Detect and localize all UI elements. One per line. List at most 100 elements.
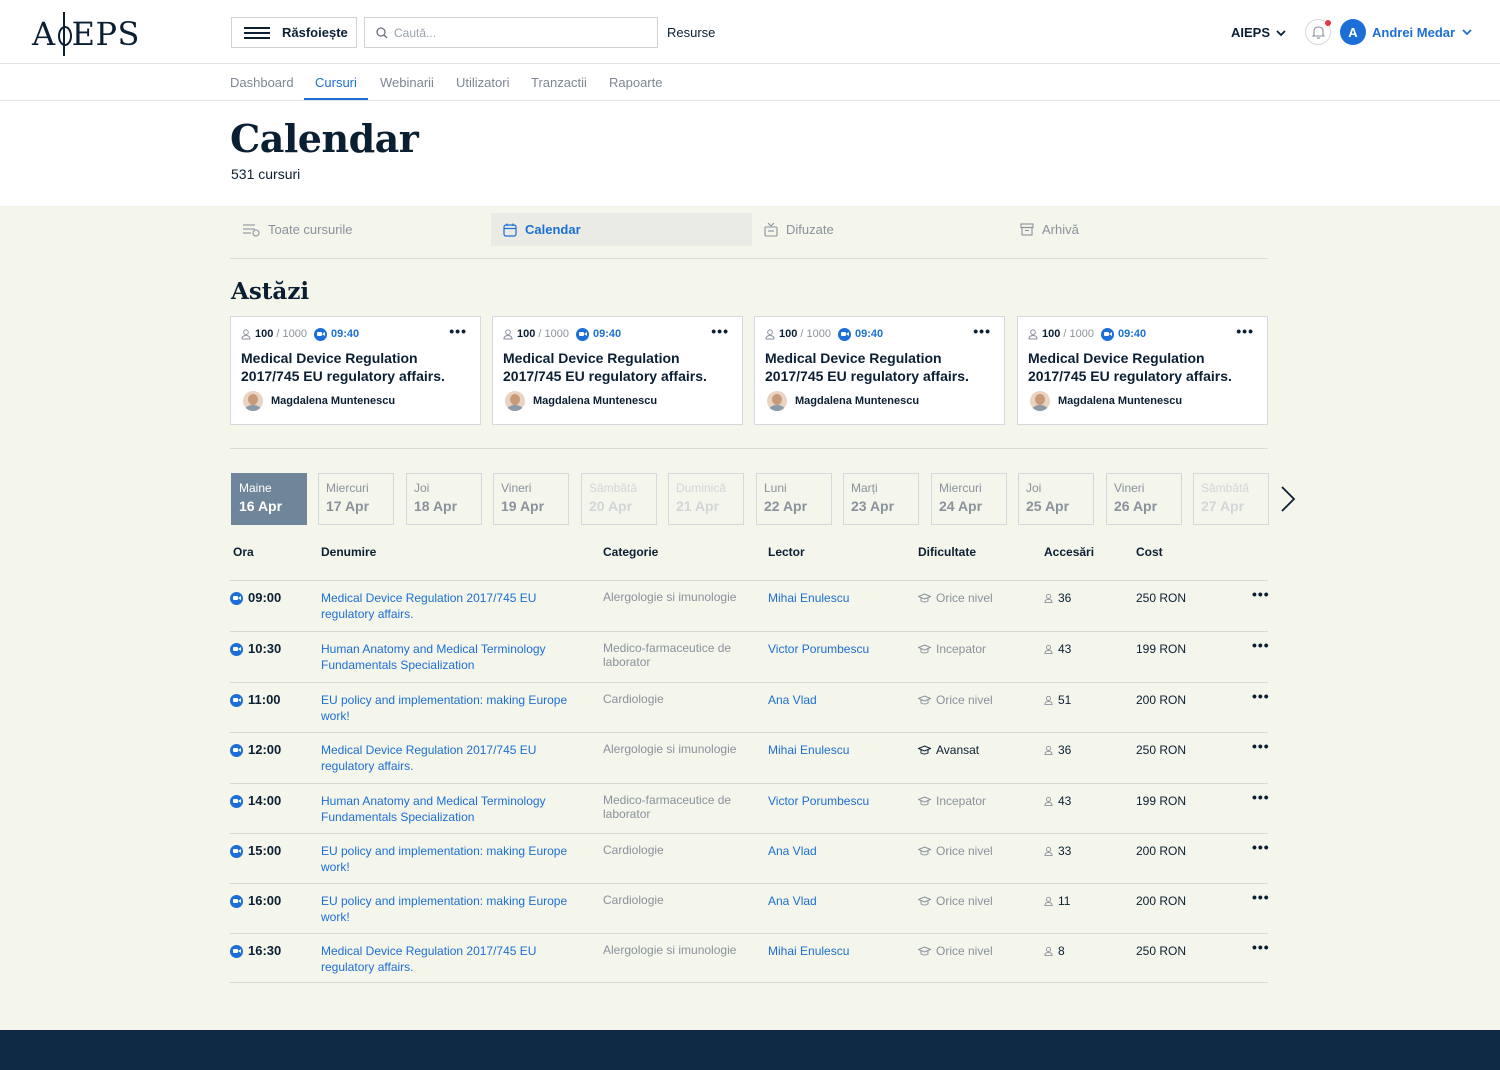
notifications-button[interactable] xyxy=(1305,19,1331,45)
time-value: 16:30 xyxy=(248,943,282,958)
day-tab: Duminică 21 Apr xyxy=(668,473,744,525)
calendar-icon xyxy=(503,223,517,237)
cost: 250 RON xyxy=(1136,944,1187,958)
more-icon[interactable]: ••• xyxy=(1252,889,1270,905)
view-tab-calendar[interactable]: Calendar xyxy=(491,213,752,246)
course-link[interactable]: EU policy and implementation: making Eur… xyxy=(321,893,581,925)
tab-webinarii[interactable]: Webinarii xyxy=(380,75,434,90)
video-icon xyxy=(230,894,243,908)
day-tab[interactable]: Miercuri 17 Apr xyxy=(318,473,394,525)
user-menu[interactable]: A Andrei Medar xyxy=(1340,19,1472,45)
enrolled-count: 100 xyxy=(255,328,274,340)
day-tab[interactable]: Marți 23 Apr xyxy=(843,473,919,525)
tab-tranzactii[interactable]: Tranzactii xyxy=(531,75,587,90)
category: Alergologie si imunologie xyxy=(603,590,737,604)
day-tab[interactable]: Joi 25 Apr xyxy=(1018,473,1094,525)
org-selector[interactable]: AIEPS xyxy=(1231,25,1286,40)
category: Alergologie si imunologie xyxy=(603,943,737,957)
footer xyxy=(0,1030,1500,1070)
more-icon[interactable]: ••• xyxy=(449,323,467,339)
cost: 200 RON xyxy=(1136,693,1187,707)
row-time: 10:30 xyxy=(230,641,281,657)
course-link[interactable]: Human Anatomy and Medical Terminology Fu… xyxy=(321,641,581,673)
column-header-name: Denumire xyxy=(321,545,377,559)
view-tab-archive[interactable]: Arhivă xyxy=(1008,213,1268,246)
more-icon[interactable]: ••• xyxy=(1252,586,1270,602)
today-card[interactable]: 100 / 1000 09:40 ••• Medical Device Regu… xyxy=(230,316,481,425)
lecturer-link[interactable]: Mihai Enulescu xyxy=(768,943,849,959)
lecturer-link[interactable]: Ana Vlad xyxy=(768,692,817,708)
course-link[interactable]: Human Anatomy and Medical Terminology Fu… xyxy=(321,793,581,825)
card-title: Medical Device Regulation 2017/745 EU re… xyxy=(503,350,707,384)
more-icon[interactable]: ••• xyxy=(1252,637,1270,653)
more-icon[interactable]: ••• xyxy=(1252,738,1270,754)
card-title: Medical Device Regulation 2017/745 EU re… xyxy=(241,350,445,384)
tab-utilizatori[interactable]: Utilizatori xyxy=(456,75,509,90)
resources-link[interactable]: Resurse xyxy=(667,25,715,40)
graduation-cap-icon xyxy=(918,745,931,755)
column-header-lecturer: Lector xyxy=(768,545,805,559)
user-icon xyxy=(1044,896,1053,906)
more-icon[interactable]: ••• xyxy=(1252,688,1270,704)
lecturer-name: Magdalena Muntenescu xyxy=(533,395,658,407)
browse-button[interactable]: Răsfoiește xyxy=(231,17,357,48)
tab-dashboard[interactable]: Dashboard xyxy=(230,75,294,90)
view-tab-label: Calendar xyxy=(525,222,581,237)
difficulty-value: Incepator xyxy=(936,794,987,808)
difficulty-value: Orice nivel xyxy=(936,844,993,858)
lecturer-link[interactable]: Victor Porumbescu xyxy=(768,793,869,809)
more-icon[interactable]: ••• xyxy=(1252,939,1270,955)
tab-rapoarte[interactable]: Rapoarte xyxy=(609,75,662,90)
caduceus-icon xyxy=(57,12,72,56)
avatar xyxy=(243,391,263,411)
course-link[interactable]: Medical Device Regulation 2017/745 EU re… xyxy=(321,590,581,622)
chevron-right-icon[interactable] xyxy=(1278,486,1298,512)
course-link[interactable]: EU policy and implementation: making Eur… xyxy=(321,843,581,875)
day-name: Miercuri xyxy=(939,481,982,495)
difficulty-value: Orice nivel xyxy=(936,894,993,908)
video-icon xyxy=(230,693,243,707)
tab-cursuri[interactable]: Cursuri xyxy=(315,75,357,90)
lecturer-link[interactable]: Mihai Enulescu xyxy=(768,590,849,606)
course-link[interactable]: Medical Device Regulation 2017/745 EU re… xyxy=(321,742,581,774)
chevron-down-icon xyxy=(1276,29,1286,36)
today-card[interactable]: 100 / 1000 09:40 ••• Medical Device Regu… xyxy=(754,316,1005,425)
day-tab[interactable]: Maine 16 Apr xyxy=(231,473,307,525)
access-value: 11 xyxy=(1058,894,1071,908)
day-date: 26 Apr xyxy=(1114,498,1158,514)
more-icon[interactable]: ••• xyxy=(1252,789,1270,805)
search-input[interactable] xyxy=(394,25,634,40)
day-tab[interactable]: Vineri 19 Apr xyxy=(493,473,569,525)
lecturer-link[interactable]: Ana Vlad xyxy=(768,893,817,909)
divider xyxy=(230,448,1268,449)
lecturer-link[interactable]: Ana Vlad xyxy=(768,843,817,859)
menu-icon xyxy=(244,26,270,39)
view-tab-all[interactable]: Toate cursurile xyxy=(230,213,480,246)
day-tab[interactable]: Joi 18 Apr xyxy=(406,473,482,525)
view-tab-broadcast[interactable]: Difuzate xyxy=(752,213,1008,246)
category: Cardiologie xyxy=(603,893,664,907)
difficulty: Orice nivel xyxy=(918,843,993,859)
time-value: 15:00 xyxy=(248,843,282,858)
today-card[interactable]: 100 / 1000 09:40 ••• Medical Device Regu… xyxy=(1017,316,1268,425)
video-icon xyxy=(230,794,243,808)
more-icon[interactable]: ••• xyxy=(1252,839,1270,855)
day-tab[interactable]: Miercuri 24 Apr xyxy=(931,473,1007,525)
course-link[interactable]: Medical Device Regulation 2017/745 EU re… xyxy=(321,943,581,975)
more-icon[interactable]: ••• xyxy=(711,323,729,339)
card-title: Medical Device Regulation 2017/745 EU re… xyxy=(1028,350,1232,384)
logo-a: A xyxy=(32,15,56,53)
column-header-category: Categorie xyxy=(603,545,659,559)
more-icon[interactable]: ••• xyxy=(1236,323,1254,339)
day-tab[interactable]: Luni 22 Apr xyxy=(756,473,832,525)
lecturer-link[interactable]: Victor Porumbescu xyxy=(768,641,869,657)
day-tab[interactable]: Vineri 26 Apr xyxy=(1106,473,1182,525)
course-link[interactable]: EU policy and implementation: making Eur… xyxy=(321,692,581,724)
logo[interactable]: A EPS xyxy=(32,10,140,58)
more-icon[interactable]: ••• xyxy=(973,323,991,339)
row-time: 14:00 xyxy=(230,793,281,809)
access-value: 43 xyxy=(1058,794,1072,808)
today-card[interactable]: 100 / 1000 09:40 ••• Medical Device Regu… xyxy=(492,316,743,425)
search-box[interactable] xyxy=(364,17,658,48)
lecturer-link[interactable]: Mihai Enulescu xyxy=(768,742,849,758)
